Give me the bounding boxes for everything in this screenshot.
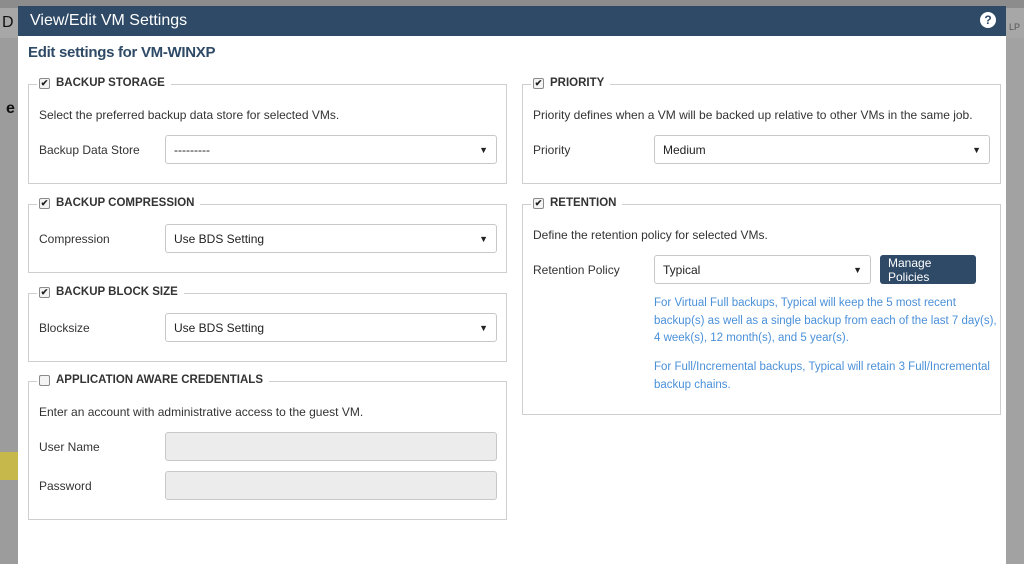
app-aware-title: APPLICATION AWARE CREDENTIALS (56, 374, 264, 386)
checkmark-icon: ✔ (40, 286, 49, 297)
compression-select[interactable]: Use BDS Setting ▼ (165, 224, 497, 253)
checkmark-icon: ✔ (40, 77, 49, 88)
retention-note-line: backup(s) as well as a single backup fro… (654, 314, 997, 327)
password-label: Password (39, 479, 92, 493)
retention-section: ✔ RETENTION Define the retention policy … (522, 197, 1001, 415)
priority-section: ✔ PRIORITY Priority defines when a VM wi… (522, 77, 1001, 184)
app-aware-description: Enter an account with administrative acc… (39, 405, 364, 419)
backup-block-size-legend: ✔ BACKUP BLOCK SIZE (37, 286, 184, 298)
retention-checkbox[interactable]: ✔ (533, 197, 544, 209)
password-input[interactable] (165, 471, 497, 500)
chevron-down-icon: ▼ (972, 145, 981, 155)
retention-note-line: For Virtual Full backups, Typical will k… (654, 297, 956, 309)
compression-value: Use BDS Setting (174, 231, 265, 246)
help-icon[interactable]: ? (980, 12, 996, 28)
manage-policies-button[interactable]: Manage Policies (880, 255, 976, 284)
checkmark-icon: ✔ (40, 197, 49, 208)
retention-legend: ✔ RETENTION (531, 197, 623, 209)
chevron-down-icon: ▼ (479, 323, 488, 333)
backup-storage-checkbox[interactable]: ✔ (39, 77, 50, 89)
chevron-down-icon: ▼ (479, 234, 488, 244)
modal-header: View/Edit VM Settings ? (18, 6, 1006, 36)
retention-note-line: For Full/Incremental backups, Typical wi… (654, 361, 990, 373)
retention-policy-select[interactable]: Typical ▼ (654, 255, 871, 284)
priority-description: Priority defines when a VM will be backe… (533, 108, 973, 122)
priority-value: Medium (663, 142, 706, 157)
checkmark-icon: ✔ (534, 197, 543, 208)
retention-note-incremental: For Full/Incremental backups, Typical wi… (654, 359, 990, 394)
chevron-down-icon: ▼ (479, 145, 488, 155)
user-name-label: User Name (39, 440, 100, 454)
blocksize-value: Use BDS Setting (174, 320, 265, 335)
app-aware-credentials-section: APPLICATION AWARE CREDENTIALS Enter an a… (28, 374, 507, 520)
background-icon: e (6, 100, 15, 117)
priority-legend: ✔ PRIORITY (531, 77, 611, 89)
retention-note-virtual-full: For Virtual Full backups, Typical will k… (654, 295, 997, 348)
chevron-down-icon: ▼ (853, 265, 862, 275)
backup-compression-title: BACKUP COMPRESSION (56, 197, 195, 209)
retention-policy-value: Typical (663, 262, 701, 277)
background-logo-letter: D (2, 14, 14, 31)
page-subtitle: Edit settings for VM-WINXP (28, 44, 216, 61)
background-right-pane (1006, 38, 1024, 564)
backup-storage-description: Select the preferred backup data store f… (39, 108, 340, 122)
backup-block-size-checkbox[interactable]: ✔ (39, 286, 50, 298)
backup-compression-checkbox[interactable]: ✔ (39, 197, 50, 209)
compression-label: Compression (39, 232, 110, 246)
retention-description: Define the retention policy for selected… (533, 228, 768, 242)
backup-data-store-label: Backup Data Store (39, 143, 140, 157)
background-highlight (0, 452, 18, 480)
backup-block-size-section: ✔ BACKUP BLOCK SIZE Blocksize Use BDS Se… (28, 286, 507, 362)
backup-compression-section: ✔ BACKUP COMPRESSION Compression Use BDS… (28, 197, 507, 273)
backup-data-store-select[interactable]: --------- ▼ (165, 135, 497, 164)
modal-title: View/Edit VM Settings (30, 12, 188, 29)
user-name-input[interactable] (165, 432, 497, 461)
blocksize-label: Blocksize (39, 321, 90, 335)
priority-select[interactable]: Medium ▼ (654, 135, 990, 164)
retention-title: RETENTION (550, 197, 617, 209)
backup-block-size-title: BACKUP BLOCK SIZE (56, 286, 178, 298)
backup-data-store-value: --------- (174, 142, 210, 157)
backup-storage-section: ✔ BACKUP STORAGE Select the preferred ba… (28, 77, 507, 184)
blocksize-select[interactable]: Use BDS Setting ▼ (165, 313, 497, 342)
backup-compression-legend: ✔ BACKUP COMPRESSION (37, 197, 201, 209)
priority-title: PRIORITY (550, 77, 605, 89)
backup-storage-title: BACKUP STORAGE (56, 77, 165, 89)
priority-checkbox[interactable]: ✔ (533, 77, 544, 89)
app-aware-legend: APPLICATION AWARE CREDENTIALS (37, 374, 270, 386)
retention-policy-label: Retention Policy (533, 263, 620, 277)
backup-storage-legend: ✔ BACKUP STORAGE (37, 77, 171, 89)
background-help-text: LP (1008, 22, 1020, 32)
checkmark-icon: ✔ (534, 77, 543, 88)
retention-note-line: backup chains. (654, 378, 731, 391)
edit-vm-settings-modal: View/Edit VM Settings ? Edit settings fo… (18, 6, 1006, 564)
app-aware-checkbox[interactable] (39, 374, 50, 386)
priority-label: Priority (533, 143, 571, 157)
retention-note-line: 4 week(s), 12 month(s), and 5 year(s). (654, 332, 849, 344)
